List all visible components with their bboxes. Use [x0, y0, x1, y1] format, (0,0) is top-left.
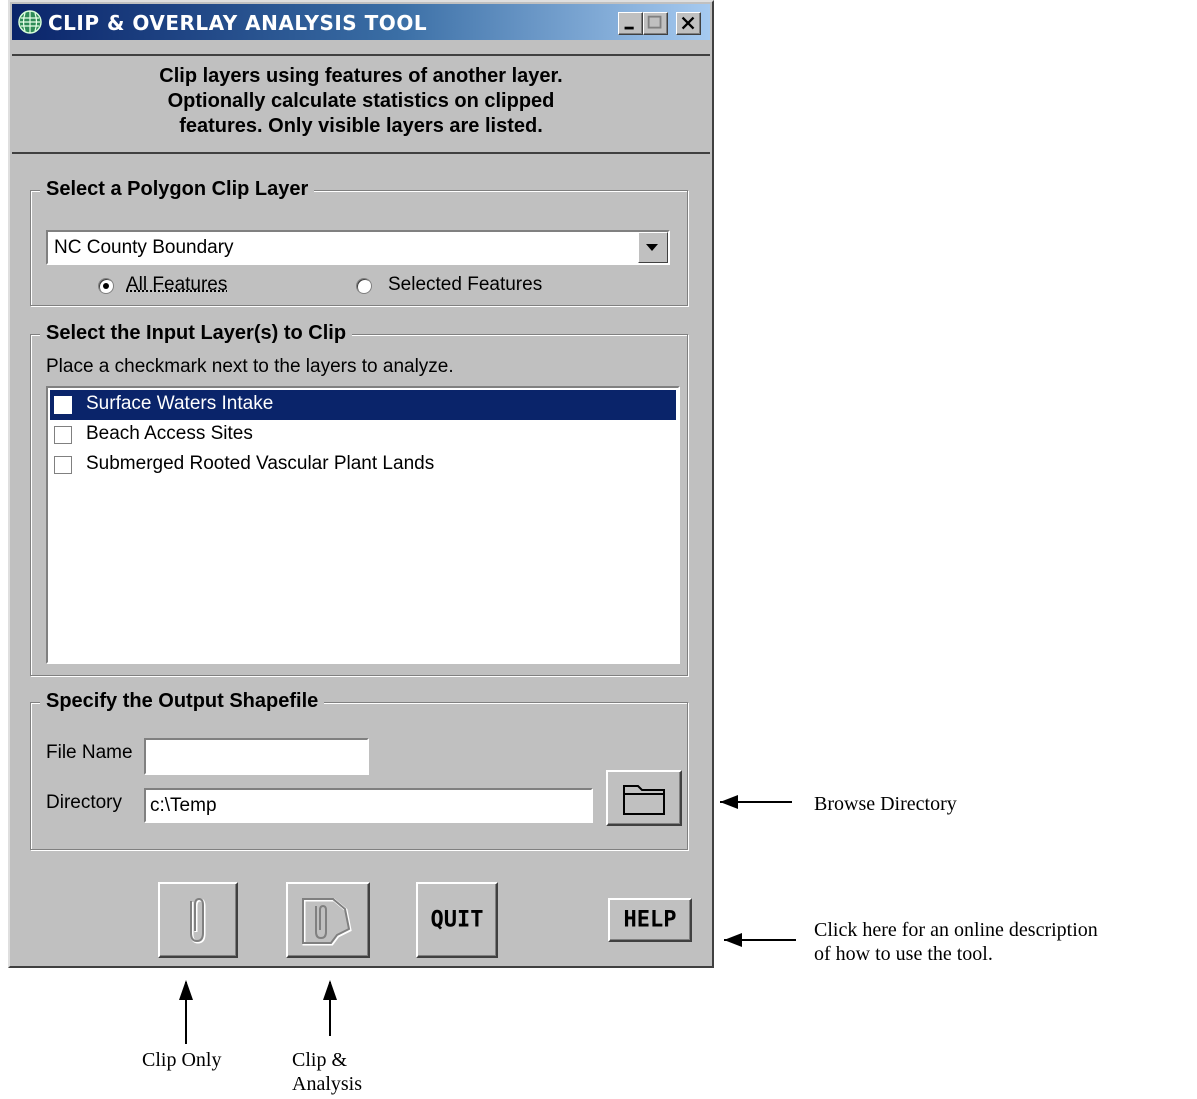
paperclip-icon [190, 897, 206, 944]
help-arrow-icon [724, 933, 796, 947]
intro-text: Clip layers using features of another la… [10, 64, 712, 139]
intro-top-divider [12, 54, 710, 56]
selected-features-label[interactable]: Selected Features [388, 274, 542, 296]
output-group [30, 702, 688, 850]
file-name-input[interactable] [144, 738, 369, 775]
intro-line-3: features. Only visible layers are listed… [179, 115, 543, 137]
directory-label: Directory [46, 792, 123, 813]
clip-layer-legend-text: Select a Polygon Clip Layer [46, 178, 309, 200]
clip-analysis-arrow-icon [323, 980, 337, 1036]
clip-map-icon [302, 898, 352, 946]
input-layers-legend-text: Select the Input Layer(s) to Clip [46, 322, 347, 344]
maximize-icon [647, 15, 662, 29]
clip-layer-dropdown[interactable]: NC County Boundary [46, 230, 670, 265]
layer-checkbox[interactable] [54, 426, 72, 444]
intro-line-1: Clip layers using features of another la… [159, 65, 563, 87]
clip-analysis-button[interactable] [286, 882, 370, 958]
list-item[interactable]: Submerged Rooted Vascular Plant Lands [50, 450, 676, 480]
help-annotation-line-2: of how to use the tool. [814, 943, 993, 965]
clip-only-annotation: Clip Only [142, 1049, 222, 1071]
directory-input[interactable] [144, 788, 593, 823]
radio-dot [103, 283, 109, 289]
quit-label: QUIT [430, 907, 484, 933]
app-globe-icon [18, 10, 42, 34]
clip-only-arrow-icon [179, 980, 193, 1044]
help-annotation-line-1: Click here for an online description [814, 919, 1098, 941]
clip-analysis-annotation: Clip & Analysis [292, 1048, 362, 1096]
browse-arrow-icon [720, 795, 792, 809]
help-annotation: Click here for an online description of … [814, 918, 1098, 966]
file-name-label: File Name [46, 742, 133, 763]
input-layers-list[interactable]: Surface Waters Intake Beach Access Sites… [46, 386, 680, 664]
selected-features-radio[interactable] [356, 278, 372, 294]
intro-line-2: Optionally calculate statistics on clipp… [167, 90, 555, 112]
clip-only-button[interactable] [158, 882, 238, 958]
minimize-icon [624, 26, 634, 30]
layer-label: Beach Access Sites [86, 423, 253, 444]
quit-button[interactable]: QUIT [416, 882, 498, 958]
maximize-button[interactable] [643, 12, 668, 35]
chevron-down-icon [646, 244, 658, 251]
output-legend: Specify the Output Shapefile [40, 690, 325, 713]
layer-checkbox[interactable] [54, 456, 72, 474]
layer-label: Submerged Rooted Vascular Plant Lands [86, 453, 435, 474]
clip-analysis-annotation-line-1: Clip & [292, 1049, 348, 1071]
all-features-radio[interactable] [98, 278, 114, 294]
layer-label: Surface Waters Intake [86, 393, 274, 414]
close-icon [681, 16, 695, 30]
dropdown-button[interactable] [638, 232, 668, 263]
clip-analysis-annotation-line-2: Analysis [292, 1073, 362, 1095]
browse-directory-annotation: Browse Directory [814, 793, 957, 815]
output-legend-text: Specify the Output Shapefile [46, 690, 319, 712]
folder-icon [623, 785, 665, 815]
help-label: HELP [623, 907, 677, 933]
layer-checkbox[interactable] [54, 396, 72, 414]
clip-layer-selected: NC County Boundary [54, 237, 234, 258]
clip-layer-legend: Select a Polygon Clip Layer [40, 178, 315, 201]
title-bar[interactable]: CLIP & OVERLAY ANALYSIS TOOL [12, 4, 710, 40]
minimize-button[interactable] [618, 12, 643, 35]
all-features-label[interactable]: All Features [126, 274, 227, 296]
input-layers-hint: Place a checkmark next to the layers to … [46, 356, 454, 377]
help-button[interactable]: HELP [608, 898, 692, 942]
list-item[interactable]: Surface Waters Intake [50, 390, 676, 420]
close-button[interactable] [676, 12, 701, 35]
browse-directory-button[interactable] [606, 770, 682, 826]
list-item[interactable]: Beach Access Sites [50, 420, 676, 450]
intro-bottom-divider [12, 152, 710, 154]
clip-overlay-window: CLIP & OVERLAY ANALYSIS TOOL Clip layers… [8, 0, 714, 968]
input-layers-legend: Select the Input Layer(s) to Clip [40, 322, 353, 345]
window-title: CLIP & OVERLAY ANALYSIS TOOL [48, 11, 428, 35]
